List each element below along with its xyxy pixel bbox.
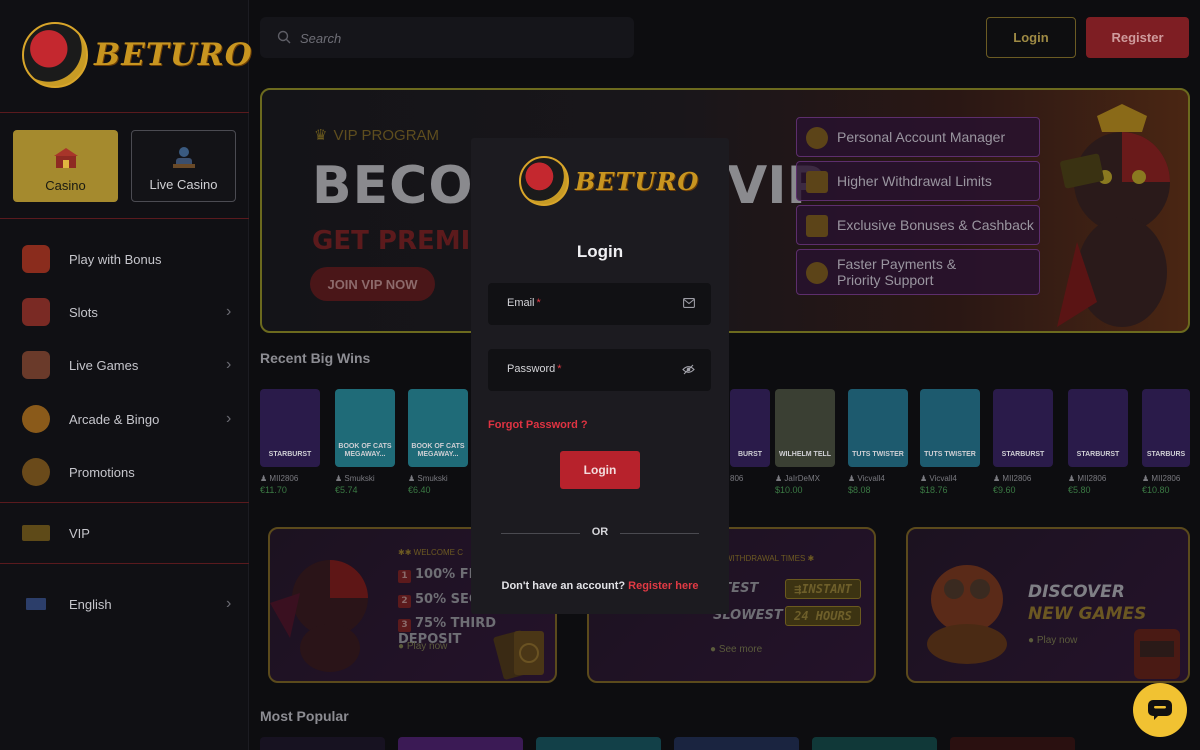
submit-login-button[interactable]: Login <box>560 451 640 489</box>
cat-mascot-icon <box>519 156 569 206</box>
email-field[interactable]: Email * <box>488 283 711 325</box>
mail-icon <box>683 298 695 308</box>
or-divider: OR <box>501 526 699 540</box>
chat-widget-button[interactable] <box>1133 683 1187 737</box>
forgot-password-link[interactable]: Forgot Password ? <box>488 419 588 431</box>
eye-off-icon[interactable] <box>682 364 695 375</box>
login-modal: BETURO Login Email * Password * Forgot Pas… <box>471 138 729 614</box>
no-account-text: Don't have an account? <box>501 580 626 592</box>
register-here-link[interactable]: Register here <box>628 580 698 592</box>
chat-bubble-icon <box>1148 700 1172 720</box>
password-input[interactable] <box>488 349 711 391</box>
divider-line <box>620 533 699 534</box>
register-prompt: Don't have an account? Register here <box>471 580 729 592</box>
modal-brand-logo: BETURO <box>519 156 699 206</box>
email-input[interactable] <box>488 283 711 325</box>
or-label: OR <box>591 526 609 538</box>
password-field[interactable]: Password * <box>488 349 711 391</box>
modal-title: Login <box>576 242 624 261</box>
brand-wordmark: BETURO <box>575 166 700 196</box>
